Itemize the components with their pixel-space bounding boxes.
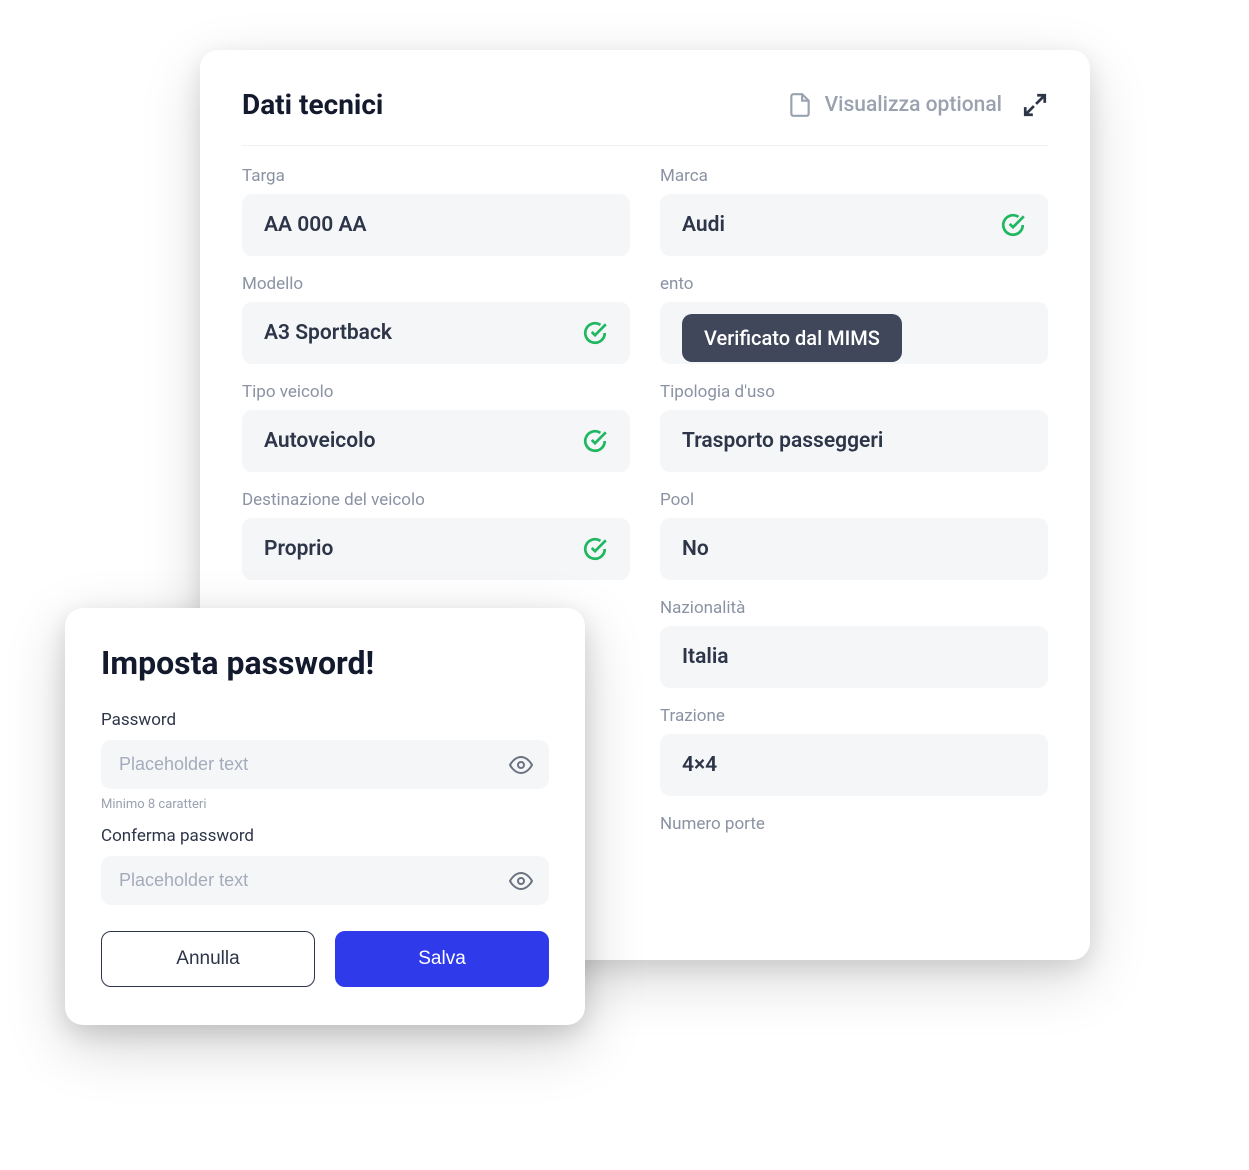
field-label: Numero porte [660,814,1048,834]
field-pool: Pool No [660,490,1048,580]
confirm-password-input[interactable] [119,870,497,891]
field-value-text: Italia [682,645,729,669]
password-buttons: Annulla Salva [101,931,549,987]
verified-check-icon [582,536,608,562]
password-label: Password [101,710,549,730]
confirm-password-field: Conferma password [101,826,549,905]
field-label: Trazione [660,706,1048,726]
field-trazione: Trazione 4×4 [660,706,1048,796]
field-destinazione: Destinazione del veicolo Proprio [242,490,630,580]
verified-check-icon [582,320,608,346]
confirm-password-label: Conferma password [101,826,549,846]
confirm-password-input-wrap [101,856,549,905]
password-panel-title: Imposta password! [101,644,549,682]
field-nazionalita: Nazionalità Italia [660,598,1048,688]
field-value-trazione[interactable]: 4×4 [660,734,1048,796]
field-modello: Modello A3 Sportback [242,274,630,364]
panel-actions: Visualizza optional [787,92,1048,118]
cancel-button[interactable]: Annulla [101,931,315,987]
field-tipologia-uso: Tipologia d'uso Trasporto passeggeri [660,382,1048,472]
field-value-text: A3 Sportback [264,321,392,345]
verified-check-icon [1000,212,1026,238]
field-value-pool[interactable]: No [660,518,1048,580]
view-optional-link[interactable]: Visualizza optional [787,92,1002,118]
field-label: Pool [660,490,1048,510]
field-value-text: Proprio [264,537,333,561]
set-password-panel: Imposta password! Password Minimo 8 cara… [65,608,585,1025]
field-value-text: AA 000 AA [264,213,367,237]
password-input-wrap [101,740,549,789]
panel-title: Dati tecnici [242,88,383,121]
field-targa: Targa AA 000 AA [242,166,630,256]
field-value-text: Autoveicolo [264,429,375,453]
field-label: Tipo veicolo [242,382,630,402]
field-label: Nazionalità [660,598,1048,618]
field-value-text: Audi [682,213,725,237]
field-label: Marca [660,166,1048,186]
field-value-tipologia-uso[interactable]: Trasporto passeggeri [660,410,1048,472]
password-hint: Minimo 8 caratteri [101,797,549,812]
field-value-destinazione[interactable]: Proprio [242,518,630,580]
field-label: Destinazione del veicolo [242,490,630,510]
password-field: Password Minimo 8 caratteri [101,710,549,812]
password-input[interactable] [119,754,497,775]
eye-icon[interactable] [509,753,533,777]
verified-check-icon [582,428,608,454]
field-value-text: 4×4 [682,753,717,777]
expand-icon[interactable] [1022,92,1048,118]
view-optional-label: Visualizza optional [825,93,1002,117]
field-value-text: Trasporto passeggeri [682,429,883,453]
field-value-marca[interactable]: Audi [660,194,1048,256]
save-button[interactable]: Salva [335,931,549,987]
field-value-targa[interactable]: AA 000 AA [242,194,630,256]
field-label: ento [660,274,1048,294]
field-marca: Marca Audi [660,166,1048,256]
field-value-tipo-veicolo[interactable]: Autoveicolo [242,410,630,472]
field-value-text: No [682,537,709,561]
field-label: Modello [242,274,630,294]
field-label: Tipologia d'uso [660,382,1048,402]
panel-header: Dati tecnici Visualizza optional [242,88,1048,146]
field-value-nazionalita[interactable]: Italia [660,626,1048,688]
eye-icon[interactable] [509,869,533,893]
file-icon [787,92,813,118]
field-numero-porte: Numero porte [660,814,1048,834]
field-tipo-veicolo: Tipo veicolo Autoveicolo [242,382,630,472]
field-label: Targa [242,166,630,186]
verified-tooltip: Verificato dal MIMS [682,314,902,362]
field-value-modello[interactable]: A3 Sportback [242,302,630,364]
